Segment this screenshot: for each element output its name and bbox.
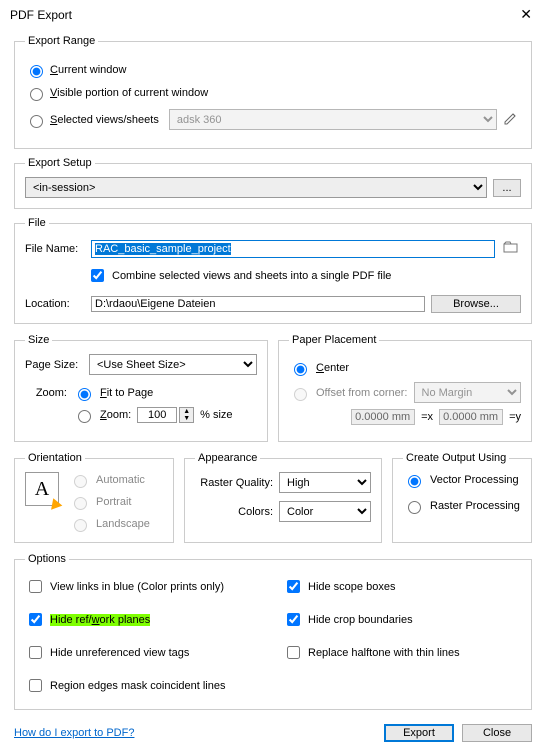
page-size-select[interactable]: <Use Sheet Size> — [89, 354, 257, 375]
edit-set-button[interactable] — [501, 108, 521, 131]
colors-label: Colors: — [195, 506, 273, 518]
chk-hide-unref-view-tags[interactable] — [29, 646, 42, 659]
zoom-value-input[interactable] — [137, 407, 177, 423]
export-setup-legend: Export Setup — [25, 157, 95, 169]
options-group: Options View links in blue (Color prints… — [14, 553, 532, 710]
radio-landscape — [74, 519, 87, 532]
label-portrait: Portrait — [96, 496, 131, 508]
appearance-group: Appearance Raster Quality: High Colors: … — [184, 452, 382, 543]
chk-hide-scope-boxes[interactable] — [287, 580, 300, 593]
output-group: Create Output Using Vector Processing Ra… — [392, 452, 532, 543]
label-selected-views: Selected views/sheets — [50, 114, 159, 126]
file-legend: File — [25, 217, 49, 229]
file-name-label: File Name: — [25, 243, 85, 255]
label-landscape: Landscape — [96, 518, 150, 530]
offset-x-suffix: =x — [421, 411, 433, 423]
output-legend: Create Output Using — [403, 452, 509, 464]
combine-label: Combine selected views and sheets into a… — [112, 270, 391, 282]
export-range-legend: Export Range — [25, 35, 98, 47]
radio-portrait — [74, 497, 87, 510]
export-setup-more-button[interactable]: ... — [493, 179, 521, 197]
window-title: PDF Export — [10, 8, 72, 22]
pct-size-label: % size — [200, 409, 232, 421]
chk-hide-ref-work-planes[interactable] — [29, 613, 42, 626]
radio-vector[interactable] — [408, 475, 421, 488]
radio-center[interactable] — [294, 363, 307, 376]
export-setup-select[interactable]: <in-session> — [25, 177, 487, 198]
label-vector: Vector Processing — [430, 474, 519, 486]
colors-select[interactable]: Color — [279, 501, 371, 522]
label-zoom: Zoom: — [100, 409, 131, 421]
label-offset: Offset from corner: — [316, 387, 408, 399]
radio-raster[interactable] — [408, 501, 421, 514]
file-name-input[interactable]: RAC_basic_sample_project — [91, 240, 495, 258]
zoom-up-icon[interactable]: ▲ — [180, 408, 193, 415]
chk-hide-crop-boundaries[interactable] — [287, 613, 300, 626]
file-name-browse-button[interactable] — [501, 237, 521, 260]
radio-selected-views[interactable] — [30, 115, 43, 128]
raster-quality-select[interactable]: High — [279, 472, 371, 493]
export-range-group: Export Range Current window Visible port… — [14, 35, 532, 149]
lbl-hide-ref-work-planes: Hide ref/work planes — [50, 614, 150, 626]
lbl-view-links-blue: View links in blue (Color prints only) — [50, 581, 224, 593]
label-center: Center — [316, 362, 349, 374]
lbl-replace-halftone: Replace halftone with thin lines — [308, 647, 460, 659]
folder-open-icon — [503, 243, 519, 258]
offset-x-input — [351, 409, 415, 425]
paper-placement-group: Paper Placement Center Offset from corne… — [278, 334, 532, 442]
zoom-spinner[interactable]: ▲▼ — [137, 407, 194, 423]
radio-zoom[interactable] — [78, 410, 91, 423]
label-fit-to-page: Fit to Page — [100, 387, 153, 399]
label-current-window: Current window — [50, 64, 126, 76]
radio-fit-to-page[interactable] — [78, 388, 91, 401]
file-group: File File Name: RAC_basic_sample_project… — [14, 217, 532, 324]
radio-visible-portion[interactable] — [30, 88, 43, 101]
combine-checkbox[interactable] — [91, 269, 104, 282]
margin-select: No Margin — [414, 382, 522, 403]
label-automatic: Automatic — [96, 474, 145, 486]
export-setup-group: Export Setup <in-session> ... — [14, 157, 532, 209]
offset-y-input — [439, 409, 503, 425]
location-label: Location: — [25, 298, 85, 310]
chk-view-links-blue[interactable] — [29, 580, 42, 593]
lbl-hide-unref-view-tags: Hide unreferenced view tags — [50, 647, 189, 659]
appearance-legend: Appearance — [195, 452, 260, 464]
lbl-hide-scope-boxes: Hide scope boxes — [308, 581, 395, 593]
lbl-hide-crop-boundaries: Hide crop boundaries — [308, 614, 413, 626]
size-legend: Size — [25, 334, 52, 346]
page-size-label: Page Size: — [25, 359, 83, 371]
location-input[interactable] — [91, 296, 425, 312]
label-raster: Raster Processing — [430, 500, 520, 512]
offset-y-suffix: =y — [509, 411, 521, 423]
pencil-icon — [503, 114, 519, 129]
raster-quality-label: Raster Quality: — [195, 477, 273, 489]
orientation-icon: A — [25, 472, 59, 506]
chk-region-edges-mask[interactable] — [29, 679, 42, 692]
label-visible-portion: Visible portion of current window — [50, 87, 208, 99]
radio-offset — [294, 388, 307, 401]
paper-placement-legend: Paper Placement — [289, 334, 379, 346]
browse-button[interactable]: Browse... — [431, 295, 521, 313]
size-group: Size Page Size: <Use Sheet Size> Zoom: F… — [14, 334, 268, 442]
close-icon[interactable]: ✕ — [514, 6, 538, 23]
zoom-down-icon[interactable]: ▼ — [180, 415, 193, 422]
zoom-label: Zoom: — [25, 387, 67, 399]
orientation-group: Orientation A Automatic Portrait Landsca… — [14, 452, 174, 543]
export-button[interactable]: Export — [384, 724, 454, 742]
close-button[interactable]: Close — [462, 724, 532, 742]
orientation-legend: Orientation — [25, 452, 85, 464]
help-link[interactable]: How do I export to PDF? — [14, 727, 134, 739]
options-legend: Options — [25, 553, 69, 565]
lbl-region-edges-mask: Region edges mask coincident lines — [50, 680, 226, 692]
radio-current-window[interactable] — [30, 65, 43, 78]
radio-automatic — [74, 475, 87, 488]
chk-replace-halftone[interactable] — [287, 646, 300, 659]
selected-views-set-select: adsk 360 — [169, 109, 497, 130]
